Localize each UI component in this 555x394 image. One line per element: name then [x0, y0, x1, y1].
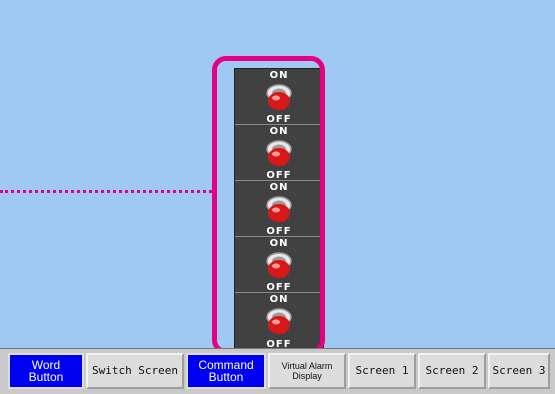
- tab-screen-3[interactable]: Screen 3: [488, 353, 550, 389]
- callout-pointer-line: [0, 190, 212, 193]
- tab-command-button[interactable]: Command Button: [186, 353, 266, 389]
- highlight-frame: [212, 56, 325, 354]
- tab-screen-1[interactable]: Screen 1: [348, 353, 416, 389]
- tab-virtual-alarm-display[interactable]: Virtual Alarm Display: [268, 353, 346, 389]
- screen-tab-bar: Word Button Switch Screen Command Button…: [0, 348, 555, 394]
- hmi-screen: ON OFF ON OFF ON OFF ON OFF ON OFF Word …: [0, 0, 555, 394]
- tab-screen-2[interactable]: Screen 2: [418, 353, 486, 389]
- tab-switch-screen[interactable]: Switch Screen: [86, 353, 184, 389]
- tab-word-button[interactable]: Word Button: [8, 353, 84, 389]
